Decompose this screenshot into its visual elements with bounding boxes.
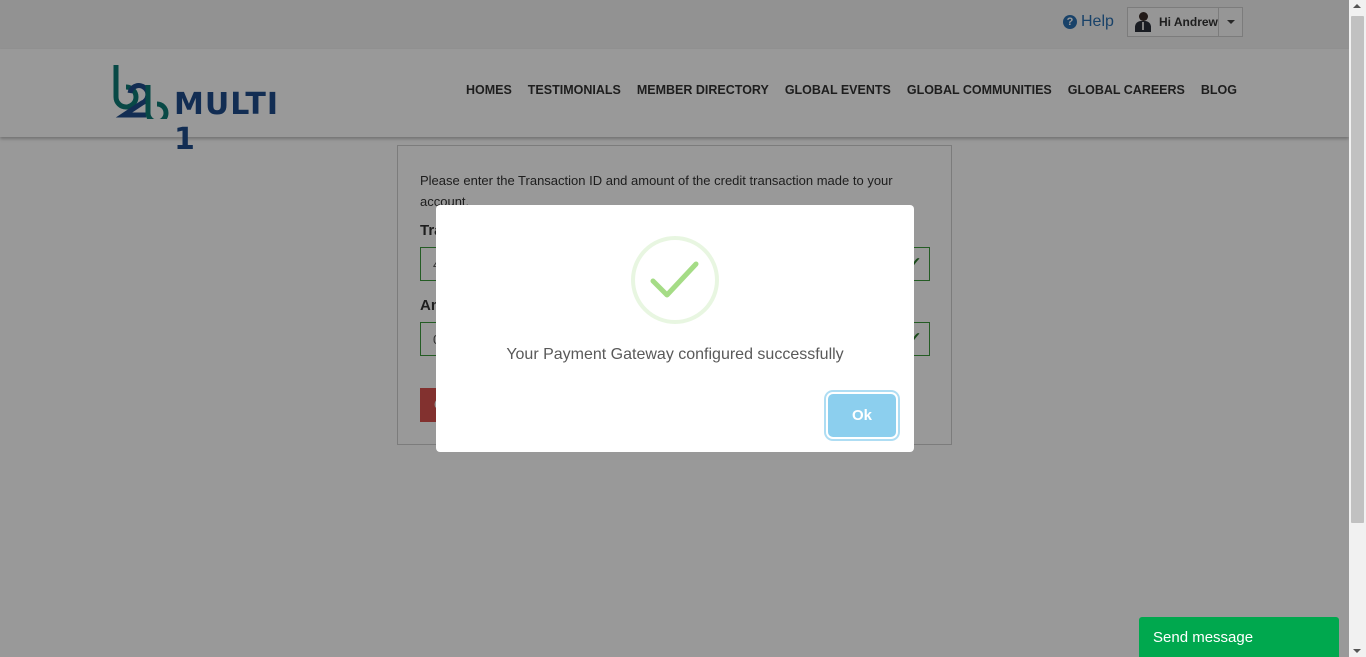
success-checkmark-icon xyxy=(631,236,719,324)
success-dialog: Your Payment Gateway configured successf… xyxy=(436,205,914,452)
scrollbar-thumb[interactable] xyxy=(1351,16,1364,523)
scroll-down-arrow-icon[interactable] xyxy=(1353,649,1361,653)
dialog-message: Your Payment Gateway configured successf… xyxy=(506,346,844,363)
scroll-up-arrow-icon[interactable] xyxy=(1353,4,1361,8)
send-message-chat-button[interactable]: Send message xyxy=(1139,617,1339,657)
page-scrollbar[interactable] xyxy=(1349,0,1366,657)
ok-button[interactable]: Ok xyxy=(828,394,896,437)
